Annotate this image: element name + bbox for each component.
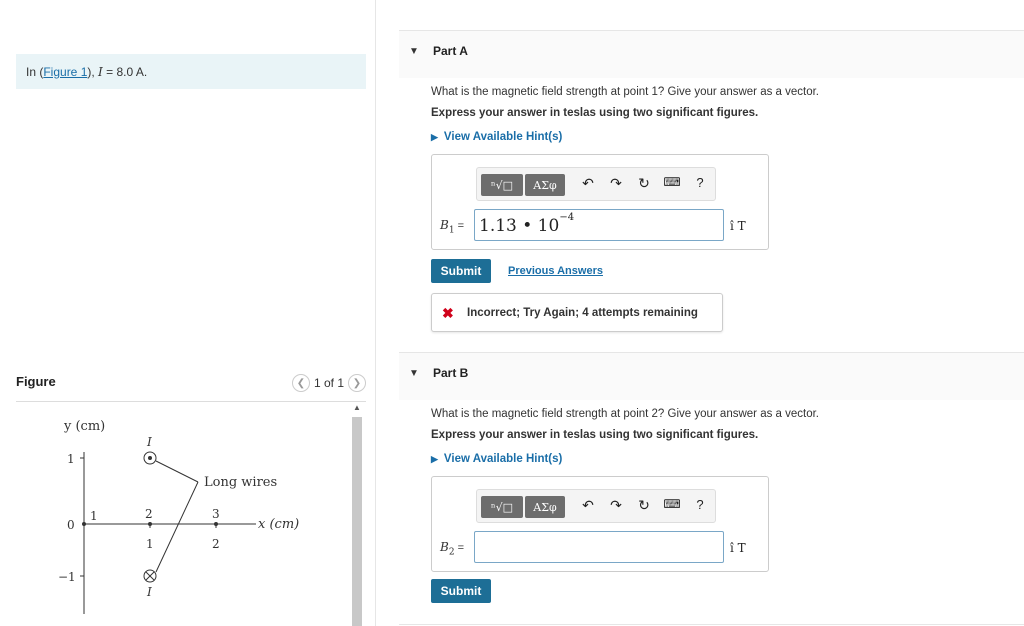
point-2-label: 2 (145, 507, 153, 521)
point-1 (82, 522, 86, 526)
vector-b-symbol: B (440, 218, 449, 232)
equals-sign: = (457, 220, 464, 232)
help-button[interactable]: ? (691, 175, 709, 195)
part-a-variable: B1 = (440, 218, 464, 235)
y-tick-1-label: 1 (67, 452, 75, 466)
reset-icon[interactable]: ↻ (635, 497, 653, 517)
math-toolbar: ⁿ√□ ΑΣφ ↶ ↷ ↻ ⌨ ? (476, 489, 716, 523)
figure-pager: ❮ 1 of 1 ❯ (291, 374, 366, 392)
callout-line-top (155, 460, 199, 483)
part-a-title: Part A (433, 44, 468, 58)
greek-symbols-button[interactable]: ΑΣφ (525, 496, 565, 518)
figure-title: Figure (16, 374, 56, 389)
figure-scrollbar[interactable]: ▲ (350, 403, 364, 626)
chevron-left-icon[interactable]: ❮ (291, 374, 310, 392)
right-panel: ▼ Part A What is the magnetic field stre… (377, 0, 1024, 626)
vector-subscript: 2 (448, 547, 455, 558)
undo-icon[interactable]: ↶ (579, 497, 597, 517)
divider (399, 624, 1024, 625)
part-a-header[interactable]: ▼ Part A (399, 30, 1024, 78)
part-a-answer-box: ⁿ√□ ΑΣφ ↶ ↷ ↻ ⌨ ? B1 = 1.13 • 10−4 î T (431, 154, 769, 250)
y-axis-label: y (cm) (63, 419, 105, 434)
part-a-instruction: Express your answer in teslas using two … (431, 107, 759, 119)
y-tick-m1-label: −1 (58, 570, 76, 584)
y-tick-0-label: 0 (67, 518, 75, 532)
intro-prefix: In ( (26, 65, 44, 79)
part-b-submit-button[interactable]: Submit (431, 579, 491, 603)
scroll-thumb[interactable] (352, 417, 362, 626)
chevron-right-icon[interactable]: ❯ (348, 374, 366, 392)
figure-link[interactable]: Figure 1 (43, 65, 87, 79)
part-a-answer-input[interactable]: 1.13 • 10−4 (474, 209, 724, 241)
redo-icon[interactable]: ↷ (607, 497, 625, 517)
keyboard-icon[interactable]: ⌨ (663, 497, 681, 517)
part-a-question: What is the magnetic field strength at p… (431, 86, 820, 98)
collapse-caret-icon[interactable]: ▼ (409, 46, 419, 57)
answer-mantissa: 1.13 • 10 (479, 216, 560, 236)
wire-top-current-label: I (146, 435, 152, 449)
part-b-instruction: Express your answer in teslas using two … (431, 429, 759, 441)
part-a-unit: î T (730, 219, 746, 233)
part-a-feedback: ✖ Incorrect; Try Again; 4 attempts remai… (431, 293, 723, 332)
part-a-hint-label: View Available Hint(s) (443, 131, 563, 143)
figure-header: Figure ❮ 1 of 1 ❯ (16, 374, 366, 402)
part-b-title: Part B (433, 366, 469, 380)
reset-icon[interactable]: ↻ (635, 175, 653, 195)
left-panel: In (Figure 1), I = 8.0 A. Figure ❮ 1 of … (0, 0, 376, 626)
part-a-submit-button[interactable]: Submit (431, 259, 491, 283)
help-button[interactable]: ? (691, 497, 709, 517)
previous-answers-link[interactable]: Previous Answers (508, 265, 603, 277)
part-b-header[interactable]: ▼ Part B (399, 352, 1024, 400)
figure-diagram: y (cm) 1 0 −1 x (cm) I I Long wires 1 2 … (16, 404, 366, 626)
callout-line-bottom (155, 481, 199, 573)
expand-triangle-icon: ▶ (431, 132, 438, 142)
part-b-hint-toggle[interactable]: ▶ View Available Hint(s) (431, 453, 562, 465)
redo-icon[interactable]: ↷ (607, 175, 625, 195)
answer-exponent: −4 (559, 212, 575, 224)
part-b-question: What is the magnetic field strength at p… (431, 408, 820, 420)
collapse-caret-icon[interactable]: ▼ (409, 368, 419, 379)
vector-subscript: 1 (448, 225, 455, 236)
pager-text: 1 of 1 (313, 376, 344, 390)
point-2 (148, 522, 152, 526)
current-value: = 8.0 A. (102, 65, 148, 79)
part-a-hint-toggle[interactable]: ▶ View Available Hint(s) (431, 131, 562, 143)
x-tick-1-label: 1 (146, 537, 154, 551)
undo-icon[interactable]: ↶ (579, 175, 597, 195)
wire-out-dot (148, 456, 152, 460)
incorrect-x-icon: ✖ (442, 305, 454, 321)
part-b-unit: î T (730, 541, 746, 555)
part-b-answer-box: ⁿ√□ ΑΣφ ↶ ↷ ↻ ⌨ ? B2 = î T (431, 476, 769, 572)
wire-bottom-current-label: I (146, 585, 152, 599)
point-3 (214, 522, 218, 526)
point-1-label: 1 (90, 509, 98, 523)
x-axis-label: x (cm) (258, 517, 299, 532)
greek-symbols-button[interactable]: ΑΣφ (525, 174, 565, 196)
point-3-label: 3 (212, 507, 220, 521)
vector-b-symbol: B (440, 540, 449, 554)
intro-suffix: ), (87, 65, 99, 79)
part-b-answer-input[interactable] (474, 531, 724, 563)
wires-diagram: y (cm) 1 0 −1 x (cm) I I Long wires 1 2 … (58, 419, 299, 614)
x-tick-2-label: 2 (212, 537, 220, 551)
part-b-variable: B2 = (440, 540, 464, 557)
feedback-message: Incorrect; Try Again; 4 attempts remaini… (467, 307, 698, 319)
callout-label: Long wires (204, 475, 277, 490)
templates-button[interactable]: ⁿ√□ (481, 174, 523, 196)
keyboard-icon[interactable]: ⌨ (663, 175, 681, 195)
part-b-hint-label: View Available Hint(s) (443, 453, 563, 465)
math-toolbar: ⁿ√□ ΑΣφ ↶ ↷ ↻ ⌨ ? (476, 167, 716, 201)
templates-button[interactable]: ⁿ√□ (481, 496, 523, 518)
scroll-up-icon[interactable]: ▲ (353, 403, 361, 413)
equals-sign: = (457, 542, 464, 554)
problem-intro: In (Figure 1), I = 8.0 A. (16, 54, 366, 89)
expand-triangle-icon: ▶ (431, 454, 438, 464)
